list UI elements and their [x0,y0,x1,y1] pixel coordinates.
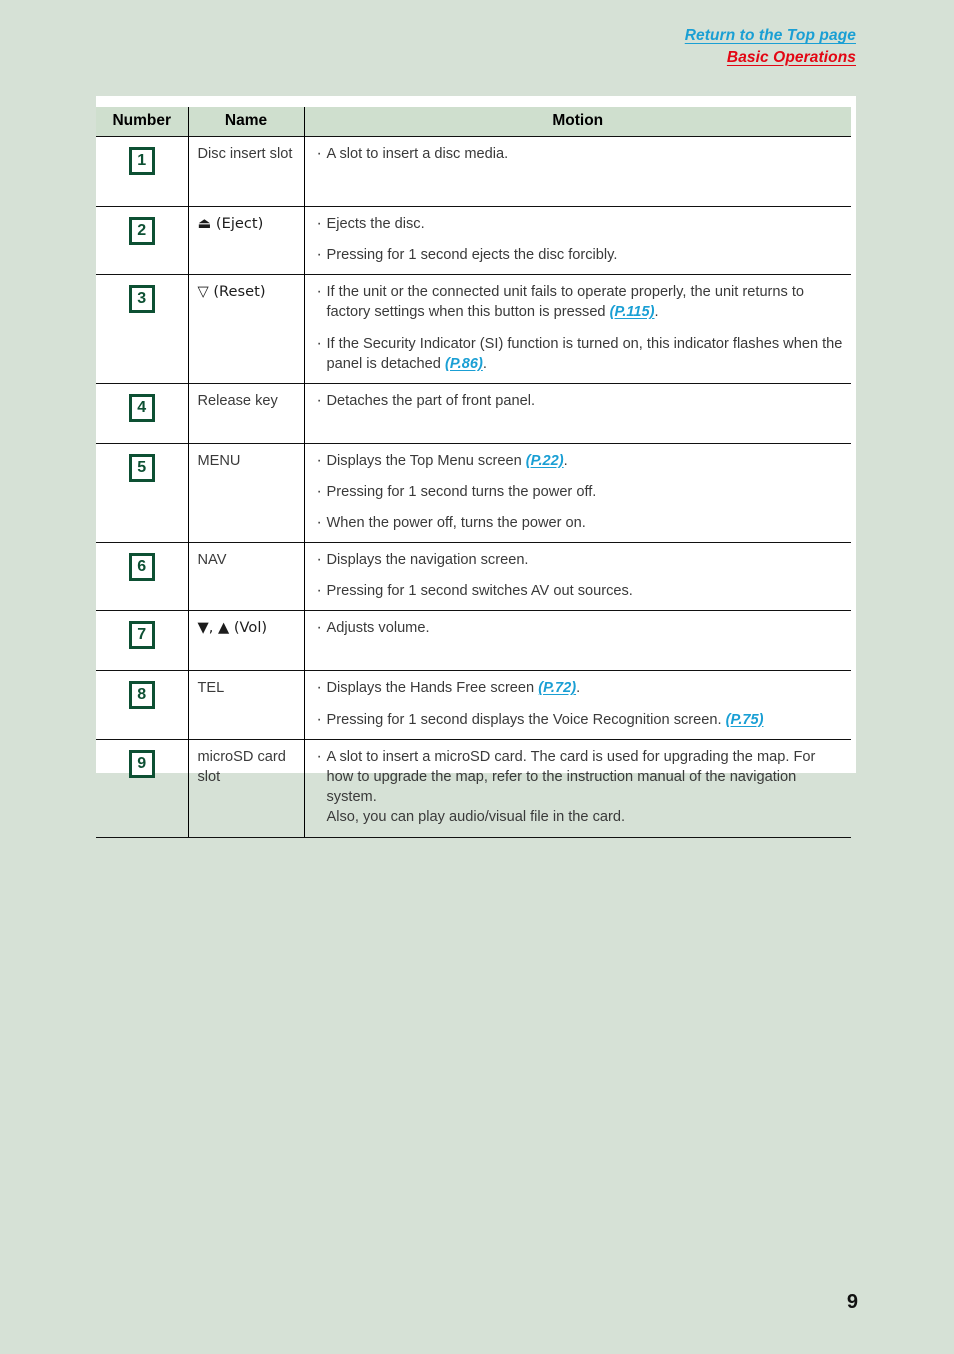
motion-text: A slot to insert a microSD card. The car… [326,748,816,805]
motion-bullet: Pressing for 1 second turns the power of… [316,481,844,503]
page-reference-link[interactable]: (P.22) [526,453,564,469]
motion-text: Displays the Hands Free screen [326,680,539,697]
table-body: 1 Disc insert slot A slot to insert a di… [96,136,851,838]
table-row: 4 Release key Detaches the part of front… [96,382,851,444]
motion-bullet: Pressing for 1 second displays the Voice… [316,708,844,730]
column-header-motion: Motion [303,107,851,137]
number-badge: 3 [128,285,155,314]
table-row: 3 ▽ (Reset) If the unit or the connected… [96,274,851,384]
document-header: Return to the Top page Basic Operations [685,28,856,71]
number-badge: 2 [128,217,155,245]
content-panel: Number Name Motion 1 Disc insert slot A … [96,96,856,838]
row-motion-cell: Displays the Hands Free screen (P.72). P… [303,670,851,740]
page-reference-link[interactable]: (P.115) [610,304,655,320]
motion-text: A slot to insert a disc media. [326,146,509,162]
motion-bullet: Displays the navigation screen. [316,549,844,571]
row-number-cell: 5 [96,442,188,543]
motion-text: Pressing for 1 second turns the power of… [326,483,597,500]
motion-text: Displays the Top Menu screen [326,452,526,469]
number-badge: 1 [128,147,155,175]
row-motion-cell: If the unit or the connected unit fails … [303,274,851,384]
page-reference-link[interactable]: (P.86) [445,356,483,372]
motion-subtext: Also, you can play audio/visual file in … [326,809,626,825]
row-number-cell: 8 [96,670,188,740]
row-motion-cell: A slot to insert a microSD card. The car… [303,738,851,838]
table-row: 8 TEL Displays the Hands Free screen (P.… [96,670,851,740]
row-number-cell: 7 [96,610,188,671]
motion-bullet: A slot to insert a disc media. [316,143,844,165]
table-row: 2 ⏏ (Eject) Ejects the disc. Pressing fo… [96,205,851,275]
eject-icon: ⏏ (Eject) [197,215,264,232]
motion-text-tail: . [654,304,659,321]
motion-bullet: If the Security Indicator (SI) function … [316,332,844,374]
return-to-top-page-link[interactable]: Return to the Top page [685,28,856,44]
row-name-cell: ⏏ (Eject) [187,205,304,275]
number-badge: 7 [128,621,155,650]
motion-text: Pressing for 1 second switches AV out so… [326,583,633,600]
table-row: 9 microSD card slot A slot to insert a m… [96,738,851,838]
row-number-cell: 1 [96,136,188,207]
row-name-cell: TEL [187,670,304,740]
row-motion-cell: Displays the navigation screen. Pressing… [303,542,851,611]
page-reference-link[interactable]: (P.72) [538,680,576,696]
row-name-cell: microSD card slot [187,738,304,838]
motion-text: Adjusts volume. [326,620,430,637]
motion-text: Detaches the part of front panel. [326,392,536,409]
row-number-cell: 2 [96,205,188,275]
motion-text-tail: . [576,680,581,697]
controls-spec-table: Number Name Motion 1 Disc insert slot A … [96,107,851,838]
row-number-cell: 4 [96,382,188,444]
row-number-cell: 3 [96,274,188,384]
row-name-cell: Release key [187,382,304,444]
motion-bullet: Ejects the disc. [316,213,844,235]
motion-text: If the Security Indicator (SI) function … [326,335,843,372]
motion-text: Displays the navigation screen. [326,552,529,569]
motion-text: Pressing for 1 second displays the Voice… [326,711,726,728]
motion-text-tail: . [563,452,568,469]
table-row: 6 NAV Displays the navigation screen. Pr… [96,542,851,611]
motion-bullet: A slot to insert a microSD card. The car… [316,746,844,828]
row-motion-cell: Detaches the part of front panel. [303,382,851,444]
row-name-cell: NAV [187,542,304,611]
column-header-name: Name [187,107,304,137]
row-name-cell: Disc insert slot [187,136,304,207]
number-badge: 9 [128,749,155,778]
reset-triangle-icon: ▽ (Reset) [197,283,266,301]
table-row: 7 ▼, ▲ (Vol) Adjusts volume. [96,610,851,671]
number-badge: 8 [128,681,155,710]
basic-operations-link[interactable]: Basic Operations [685,49,856,66]
column-header-number: Number [96,107,188,137]
motion-bullet: When the power off, turns the power on. [316,512,844,534]
row-name-cell: MENU [187,442,304,543]
row-motion-cell: Ejects the disc. Pressing for 1 second e… [303,205,851,275]
motion-bullet: Pressing for 1 second switches AV out so… [316,580,844,602]
row-motion-cell: A slot to insert a disc media. [303,136,851,207]
row-motion-cell: Displays the Top Menu screen (P.22). Pre… [303,442,851,543]
row-name-cell: ▽ (Reset) [187,274,304,384]
motion-bullet: Displays the Hands Free screen (P.72). [316,677,844,699]
number-badge: 5 [128,453,155,482]
page-number: 9 [846,1291,858,1313]
motion-bullet: Detaches the part of front panel. [316,390,844,412]
motion-text: Ejects the disc. [326,216,425,232]
motion-bullet: Adjusts volume. [316,617,844,639]
row-motion-cell: Adjusts volume. [303,610,851,671]
row-number-cell: 6 [96,542,188,611]
motion-text: When the power off, turns the power on. [326,515,586,531]
table-row: 1 Disc insert slot A slot to insert a di… [96,136,851,207]
table-header-row: Number Name Motion [96,107,851,137]
motion-bullet: Displays the Top Menu screen (P.22). [316,450,844,472]
page-reference-link[interactable]: (P.75) [726,712,764,728]
number-badge: 4 [128,393,155,422]
motion-text-tail: . [482,355,487,372]
volume-down-up-icon: ▼, ▲ (Vol) [197,619,268,637]
motion-text: Pressing for 1 second ejects the disc fo… [326,247,618,264]
motion-bullet: If the unit or the connected unit fails … [316,281,844,322]
table-row: 5 MENU Displays the Top Menu screen (P.2… [96,442,851,543]
motion-text: If the unit or the connected unit fails … [326,284,805,321]
row-name-cell: ▼, ▲ (Vol) [187,610,304,671]
number-badge: 6 [128,553,155,582]
motion-bullet: Pressing for 1 second ejects the disc fo… [316,244,844,266]
row-number-cell: 9 [96,738,188,838]
